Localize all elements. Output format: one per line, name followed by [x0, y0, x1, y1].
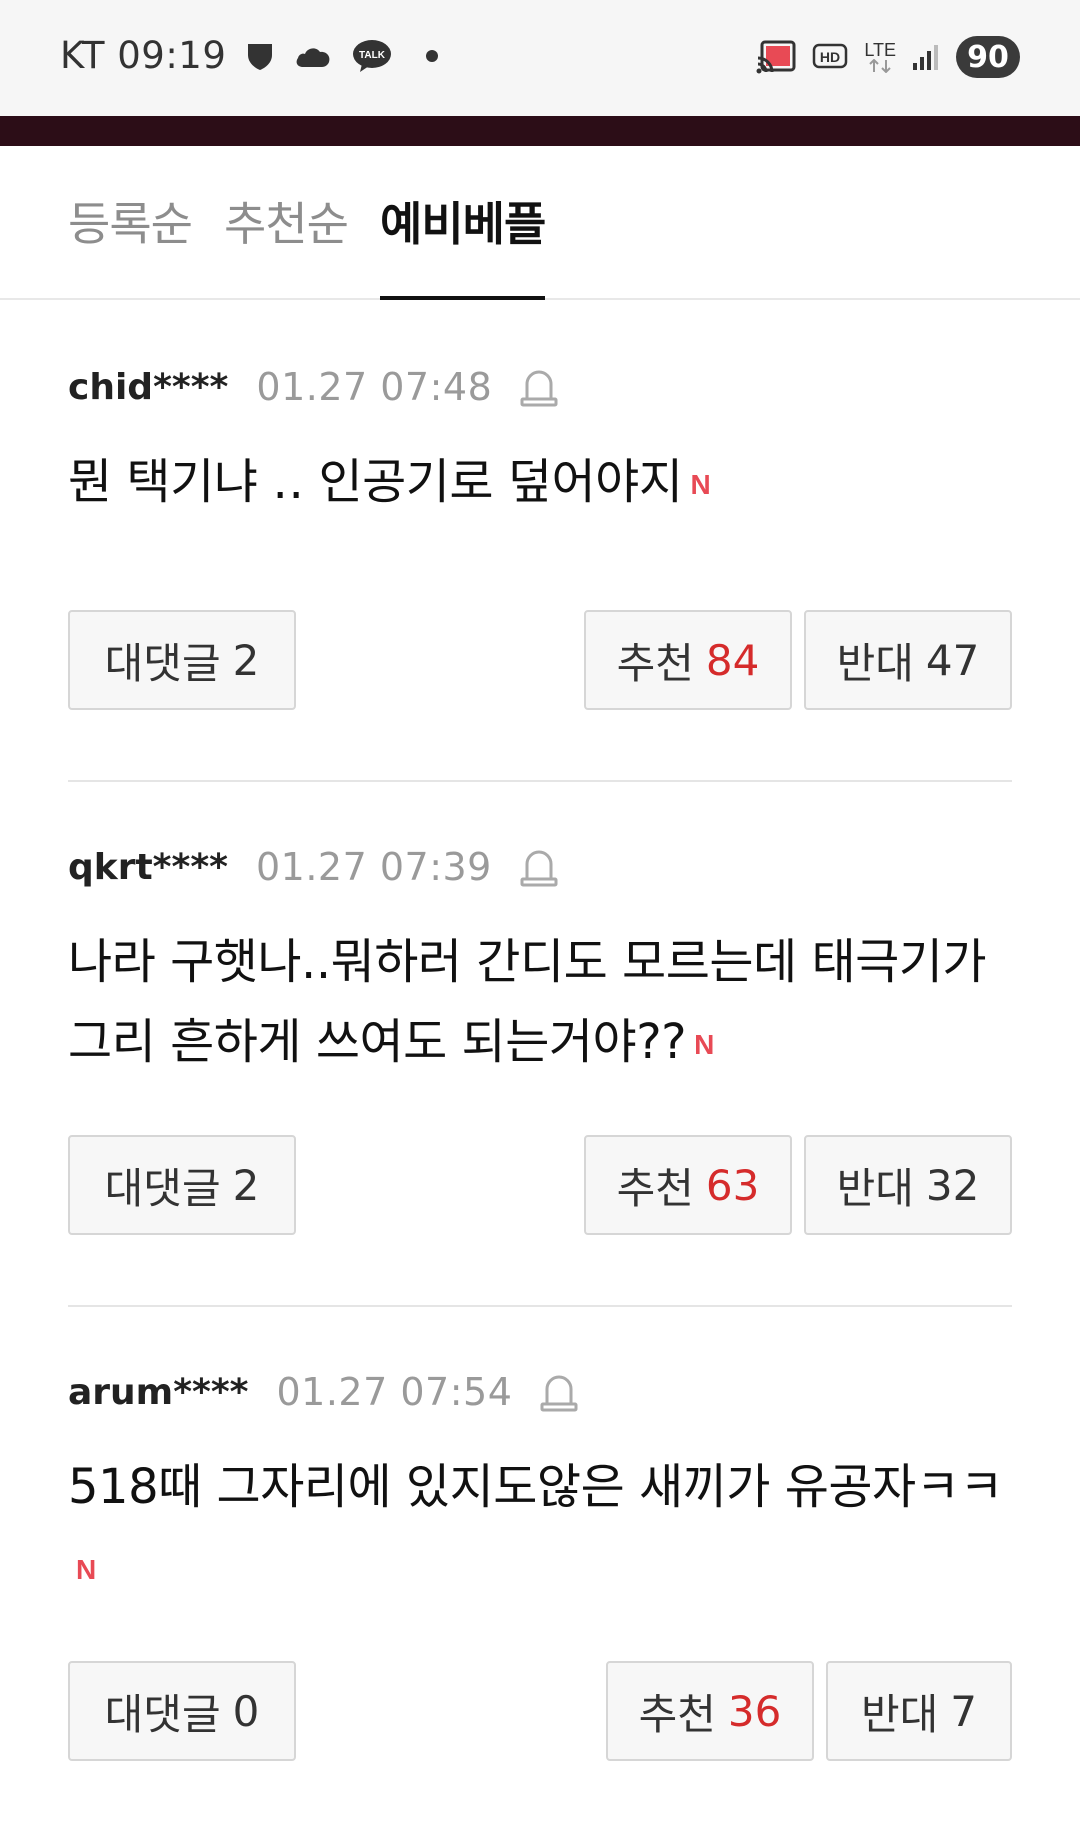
comment-text: 518때 그자리에 있지도않은 새끼가 유공자ㅋㅋ N — [68, 1447, 1012, 1610]
comment-text: 나라 구햇나..뭐하러 간디도 모르는데 태극기가 그리 흔하게 쓰여도 되는거… — [68, 922, 1012, 1085]
comment-username[interactable]: chid**** — [68, 367, 228, 408]
signal-icon — [912, 43, 942, 71]
comment-item: arum**** 01.27 07:54 518때 그자리에 있지도않은 새끼가… — [68, 1367, 1012, 1610]
dislike-button[interactable]: 반대 7 — [826, 1661, 1012, 1761]
comment-actions: 대댓글 2 추천 63 반대 32 — [68, 1135, 1012, 1235]
lte-icon: LTE — [864, 41, 896, 73]
like-button[interactable]: 추천 36 — [606, 1661, 814, 1761]
dislike-label: 반대 — [860, 1689, 939, 1739]
comment-time: 01.27 07:39 — [255, 845, 492, 889]
like-label: 추천 — [616, 1163, 694, 1213]
comment-username[interactable]: arum**** — [68, 1372, 249, 1413]
dislike-button[interactable]: 반대 47 — [804, 610, 1012, 710]
report-bell-icon[interactable] — [540, 1371, 578, 1413]
cast-icon — [756, 40, 796, 74]
report-bell-icon[interactable] — [520, 846, 558, 888]
svg-text:HD: HD — [820, 49, 840, 65]
reply-count: 2 — [232, 635, 260, 685]
status-left: KT 09:19 TALK — [60, 34, 439, 77]
reply-button[interactable]: 대댓글 2 — [68, 610, 296, 710]
notification-dot-icon — [426, 49, 439, 62]
reply-label: 대댓글 — [104, 1163, 221, 1213]
like-count: 36 — [727, 1686, 782, 1736]
network-label: LTE — [864, 40, 896, 60]
shield-icon — [246, 41, 274, 71]
comment-item: chid**** 01.27 07:48 뭔 택기냐 ‥ 인공기로 덮어야지 N — [68, 362, 1012, 525]
comment-time: 01.27 07:48 — [256, 365, 493, 409]
comment-divider — [68, 780, 1012, 782]
reply-button[interactable]: 대댓글 0 — [68, 1661, 296, 1761]
sort-tabs: 등록순 추천순 예비베플 — [0, 148, 1080, 300]
comment-meta: arum**** 01.27 07:54 — [68, 1367, 1012, 1417]
comment-body: 뭔 택기냐 ‥ 인공기로 덮어야지 — [68, 454, 683, 510]
dislike-label: 반대 — [836, 1163, 914, 1213]
comment-text: 뭔 택기냐 ‥ 인공기로 덮어야지 N — [68, 442, 1012, 525]
comment-item: qkrt**** 01.27 07:39 나라 구햇나..뭐하러 간디도 모르는… — [68, 842, 1012, 1085]
like-label: 추천 — [616, 638, 694, 688]
tab-by-date[interactable]: 등록순 — [68, 188, 193, 300]
comment-meta: qkrt**** 01.27 07:39 — [68, 842, 1012, 892]
comment-body: 나라 구햇나..뭐하러 간디도 모르는데 태극기가 그리 흔하게 쓰여도 되는거… — [68, 934, 987, 1070]
new-badge-icon: N — [694, 1029, 714, 1060]
comment-username[interactable]: qkrt**** — [68, 847, 228, 888]
comment-divider — [68, 1305, 1012, 1307]
dislike-count: 47 — [925, 635, 980, 685]
report-bell-icon[interactable] — [520, 366, 558, 408]
battery-indicator: 90 — [956, 36, 1020, 78]
reply-label: 대댓글 — [104, 1689, 221, 1739]
status-right: HD LTE 90 — [740, 36, 1020, 78]
reply-button[interactable]: 대댓글 2 — [68, 1135, 296, 1235]
dislike-count: 7 — [950, 1686, 977, 1736]
new-badge-icon: N — [690, 469, 711, 500]
dislike-label: 반대 — [836, 638, 914, 688]
header-band — [0, 116, 1080, 146]
like-button[interactable]: 추천 63 — [584, 1135, 792, 1235]
comment-meta: chid**** 01.27 07:48 — [68, 362, 1012, 412]
dislike-button[interactable]: 반대 32 — [804, 1135, 1012, 1235]
tab-by-likes[interactable]: 추천순 — [224, 188, 349, 300]
comment-body: 518때 그자리에 있지도않은 새끼가 유공자ㅋㅋ — [68, 1459, 1004, 1515]
comment-actions: 대댓글 0 추천 36 반대 7 — [68, 1661, 1012, 1761]
reply-count: 2 — [232, 1160, 260, 1210]
svg-text:TALK: TALK — [359, 50, 386, 61]
reply-count: 0 — [232, 1686, 260, 1736]
carrier-time: KT 09:19 — [60, 34, 227, 77]
cloud-icon — [294, 43, 332, 69]
reply-label: 대댓글 — [104, 638, 221, 688]
status-bar: KT 09:19 TALK HD LTE 90 — [0, 0, 1080, 116]
like-count: 63 — [705, 1160, 760, 1210]
tab-pre-best[interactable]: 예비베플 — [380, 188, 546, 300]
like-count: 84 — [705, 635, 760, 685]
like-button[interactable]: 추천 84 — [584, 610, 792, 710]
new-badge-icon: N — [76, 1554, 96, 1585]
comment-time: 01.27 07:54 — [276, 1370, 513, 1414]
comment-actions: 대댓글 2 추천 84 반대 47 — [68, 610, 1012, 710]
dislike-count: 32 — [925, 1160, 980, 1210]
kakaotalk-icon: TALK — [352, 39, 392, 73]
hd-voice-icon: HD — [812, 42, 848, 72]
like-label: 추천 — [638, 1689, 716, 1739]
